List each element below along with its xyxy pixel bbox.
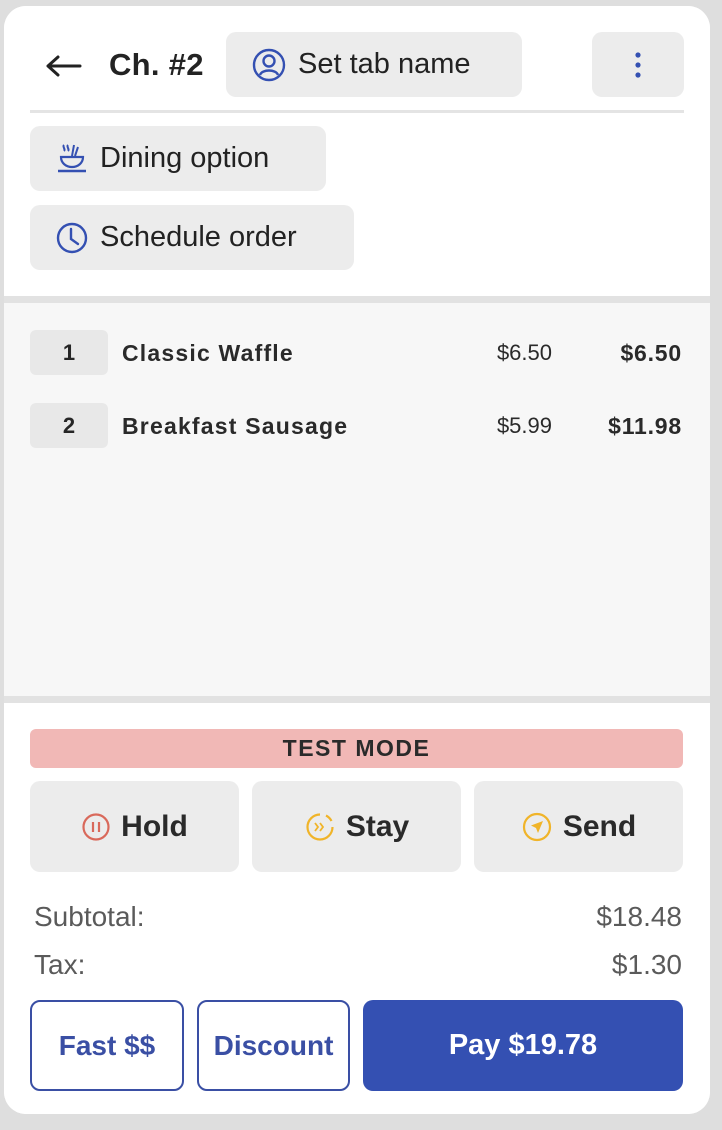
- user-circle-icon: [252, 48, 286, 82]
- order-footer: TEST MODE Hold Stay Send Subtotal: $18.4…: [4, 703, 710, 1114]
- tax-row: Tax: $1.30: [34, 945, 682, 985]
- fast-cash-button[interactable]: Fast $$: [30, 1000, 184, 1091]
- item-quantity[interactable]: 2: [30, 403, 108, 448]
- item-line-total: $6.50: [620, 339, 682, 366]
- hold-button[interactable]: Hold: [30, 781, 239, 872]
- send-button[interactable]: Send: [474, 781, 683, 872]
- arrow-left-icon: [46, 55, 82, 77]
- schedule-order-button[interactable]: Schedule order: [30, 205, 354, 270]
- subtotal-row: Subtotal: $18.48: [34, 897, 682, 937]
- section-divider: [4, 296, 710, 303]
- header-divider: [30, 110, 684, 113]
- order-items-list: 1 Classic Waffle $6.50 $6.50 2 Breakfast…: [4, 303, 710, 696]
- set-tab-name-button[interactable]: Set tab name: [226, 32, 522, 97]
- test-mode-banner: TEST MODE: [30, 729, 683, 768]
- bowl-icon: [56, 143, 88, 175]
- item-unit-price: $5.99: [496, 413, 552, 438]
- stay-button[interactable]: Stay: [252, 781, 461, 872]
- section-divider: [4, 696, 710, 703]
- dining-option-button[interactable]: Dining option: [30, 126, 326, 191]
- order-item-row[interactable]: 2 Breakfast Sausage $5.99 $11.98: [4, 403, 710, 449]
- schedule-order-label: Schedule order: [100, 221, 297, 253]
- order-item-row[interactable]: 1 Classic Waffle $6.50 $6.50: [4, 330, 710, 376]
- send-label: Send: [562, 809, 637, 843]
- pause-circle-icon: [81, 812, 111, 842]
- back-button[interactable]: [42, 46, 86, 86]
- stay-label: Stay: [345, 809, 410, 843]
- item-name: Classic Waffle: [122, 339, 294, 366]
- item-name: Breakfast Sausage: [122, 412, 349, 439]
- tax-label: Tax:: [34, 949, 86, 980]
- subtotal-value: $18.48: [596, 901, 682, 932]
- item-unit-price: $6.50: [496, 340, 552, 365]
- discount-button[interactable]: Discount: [197, 1000, 350, 1091]
- fast-forward-circle-icon: [304, 811, 336, 843]
- tax-value: $1.30: [611, 949, 682, 980]
- item-line-total: $11.98: [608, 412, 682, 439]
- order-panel: Ch. #2 Set tab name Dining option Schedu…: [4, 6, 710, 1114]
- item-quantity[interactable]: 1: [30, 330, 108, 375]
- pay-button[interactable]: Pay $19.78: [363, 1000, 683, 1091]
- more-vertical-icon: [635, 51, 641, 78]
- dining-option-label: Dining option: [100, 142, 270, 174]
- check-title: Ch. #2: [109, 47, 204, 82]
- subtotal-label: Subtotal:: [34, 901, 145, 932]
- order-header: Ch. #2 Set tab name Dining option Schedu…: [4, 6, 710, 298]
- send-circle-icon: [521, 811, 553, 843]
- more-options-button[interactable]: [592, 32, 684, 97]
- set-tab-name-label: Set tab name: [298, 48, 471, 80]
- hold-label: Hold: [121, 809, 188, 843]
- clock-icon: [56, 222, 88, 254]
